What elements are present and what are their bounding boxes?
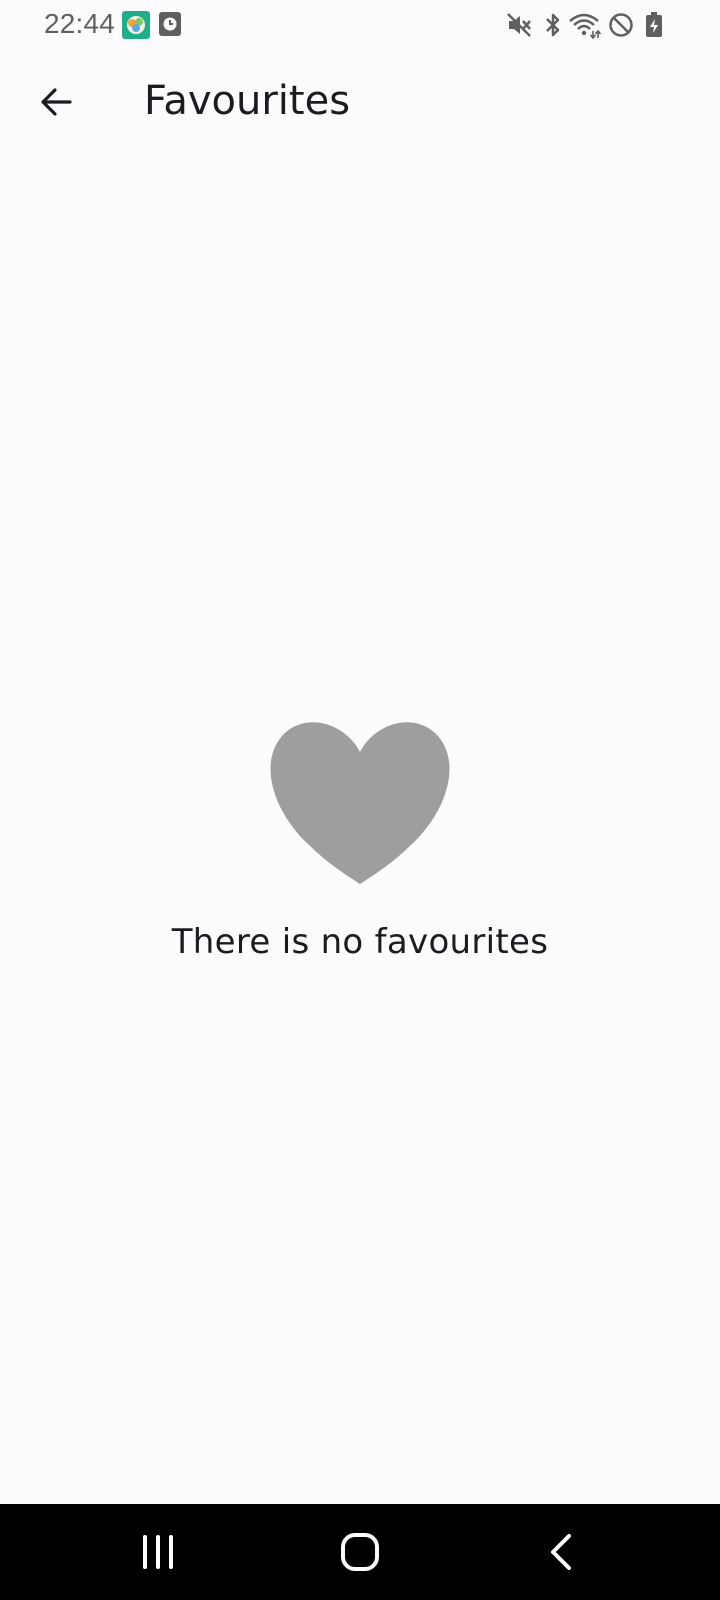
app-bar: Favourites (0, 50, 720, 162)
status-bar: 22:44 (0, 0, 720, 50)
heart-icon (270, 722, 450, 884)
system-back-button[interactable] (522, 1522, 602, 1582)
chevron-left-icon (551, 1534, 571, 1570)
clock-app-icon (158, 11, 186, 39)
arrow-left-icon (41, 88, 72, 116)
empty-state: There is no favourites (0, 716, 720, 962)
home-button[interactable] (320, 1522, 400, 1582)
bluetooth-icon (538, 10, 568, 40)
battery-charging-icon (642, 10, 672, 40)
status-time: 22:44 (44, 8, 116, 39)
empty-state-message: There is no favourites (171, 922, 549, 962)
back-button[interactable] (24, 76, 88, 128)
page-title: Favourites (144, 78, 351, 124)
system-nav-bar (0, 1504, 720, 1600)
home-icon (341, 1533, 379, 1571)
app-notification-icon (122, 11, 150, 39)
mute-icon (504, 10, 534, 40)
do-not-disturb-icon (606, 10, 636, 40)
recent-apps-button[interactable] (118, 1522, 198, 1582)
wifi-icon (568, 10, 602, 40)
recent-apps-icon (143, 1535, 173, 1569)
